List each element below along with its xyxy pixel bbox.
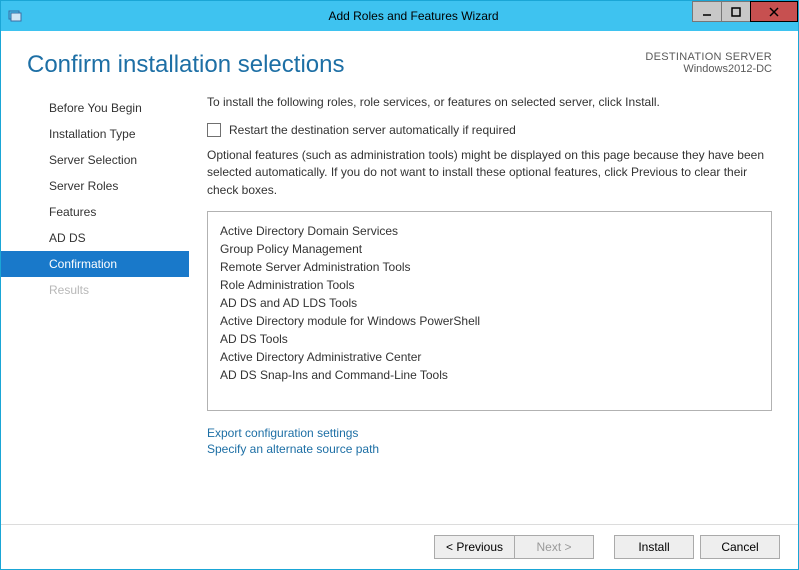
export-settings-link[interactable]: Export configuration settings (207, 425, 772, 441)
content: Confirm installation selections DESTINAT… (1, 31, 798, 569)
list-item: Active Directory Administrative Center (220, 348, 759, 366)
list-item: Role Administration Tools (220, 276, 759, 294)
alternate-source-link[interactable]: Specify an alternate source path (207, 441, 772, 457)
window-title: Add Roles and Features Wizard (29, 9, 798, 23)
intro-text: To install the following roles, role ser… (207, 95, 772, 109)
wizard-window: Add Roles and Features Wizard Confirm in… (0, 0, 799, 570)
window-controls (693, 1, 798, 22)
links: Export configuration settings Specify an… (207, 425, 772, 457)
step-server-roles[interactable]: Server Roles (1, 173, 189, 199)
titlebar: Add Roles and Features Wizard (1, 1, 798, 31)
selection-list: Active Directory Domain Services Group P… (207, 211, 772, 411)
optional-note: Optional features (such as administratio… (207, 147, 772, 199)
minimize-button[interactable] (692, 1, 722, 22)
step-results: Results (1, 277, 189, 303)
list-item: Active Directory Domain Services (220, 222, 759, 240)
app-icon (1, 8, 29, 24)
restart-row: Restart the destination server automatic… (207, 123, 772, 137)
restart-checkbox[interactable] (207, 123, 221, 137)
list-item: AD DS Tools (220, 330, 759, 348)
restart-label: Restart the destination server automatic… (229, 123, 516, 137)
footer: < Previous Next > Install Cancel (1, 524, 798, 569)
destination-value: Windows2012-DC (645, 63, 772, 75)
body-row: Before You Begin Installation Type Serve… (1, 91, 798, 524)
next-button: Next > (514, 535, 594, 559)
step-server-selection[interactable]: Server Selection (1, 147, 189, 173)
header-row: Confirm installation selections DESTINAT… (1, 31, 798, 91)
previous-button[interactable]: < Previous (434, 535, 514, 559)
step-features[interactable]: Features (1, 199, 189, 225)
page-title: Confirm installation selections (27, 51, 344, 79)
close-button[interactable] (750, 1, 798, 22)
list-item: Group Policy Management (220, 240, 759, 258)
list-item: AD DS and AD LDS Tools (220, 294, 759, 312)
main-panel: To install the following roles, role ser… (189, 91, 798, 524)
nav-button-group: < Previous Next > (434, 535, 594, 559)
step-before-you-begin[interactable]: Before You Begin (1, 95, 189, 121)
list-item: AD DS Snap-Ins and Command-Line Tools (220, 366, 759, 384)
step-confirmation[interactable]: Confirmation (1, 251, 189, 277)
step-ad-ds[interactable]: AD DS (1, 225, 189, 251)
destination-label: DESTINATION SERVER (645, 51, 772, 63)
install-button[interactable]: Install (614, 535, 694, 559)
list-item: Remote Server Administration Tools (220, 258, 759, 276)
step-installation-type[interactable]: Installation Type (1, 121, 189, 147)
destination-server: DESTINATION SERVER Windows2012-DC (645, 51, 772, 75)
cancel-button[interactable]: Cancel (700, 535, 780, 559)
wizard-steps: Before You Begin Installation Type Serve… (1, 91, 189, 524)
list-item: Active Directory module for Windows Powe… (220, 312, 759, 330)
maximize-button[interactable] (721, 1, 751, 22)
